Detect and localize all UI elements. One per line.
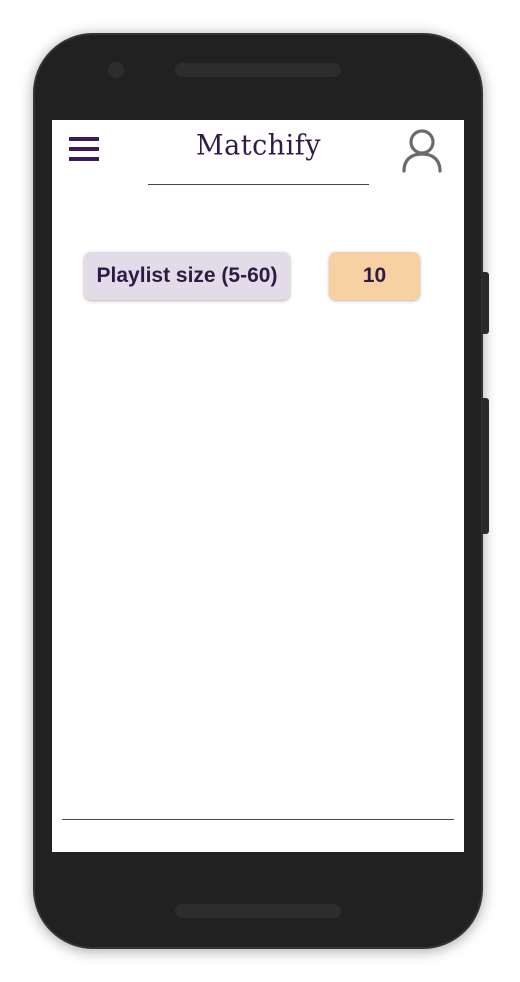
footer-divider: [62, 819, 454, 820]
bottom-speaker: [175, 904, 341, 918]
title-underline: [148, 184, 369, 185]
phone-volume-button: [482, 398, 489, 534]
hamburger-menu-icon[interactable]: [69, 137, 99, 161]
app-title: Matchify: [196, 129, 321, 162]
user-account-icon[interactable]: [400, 126, 444, 174]
earpiece-speaker: [175, 63, 341, 77]
app-screen: Matchify Playlist size (5-60): [52, 120, 464, 852]
phone-power-button: [482, 272, 489, 334]
front-camera: [108, 62, 124, 78]
playlist-size-label: Playlist size (5-60): [84, 252, 290, 300]
playlist-size-input[interactable]: [329, 252, 420, 300]
